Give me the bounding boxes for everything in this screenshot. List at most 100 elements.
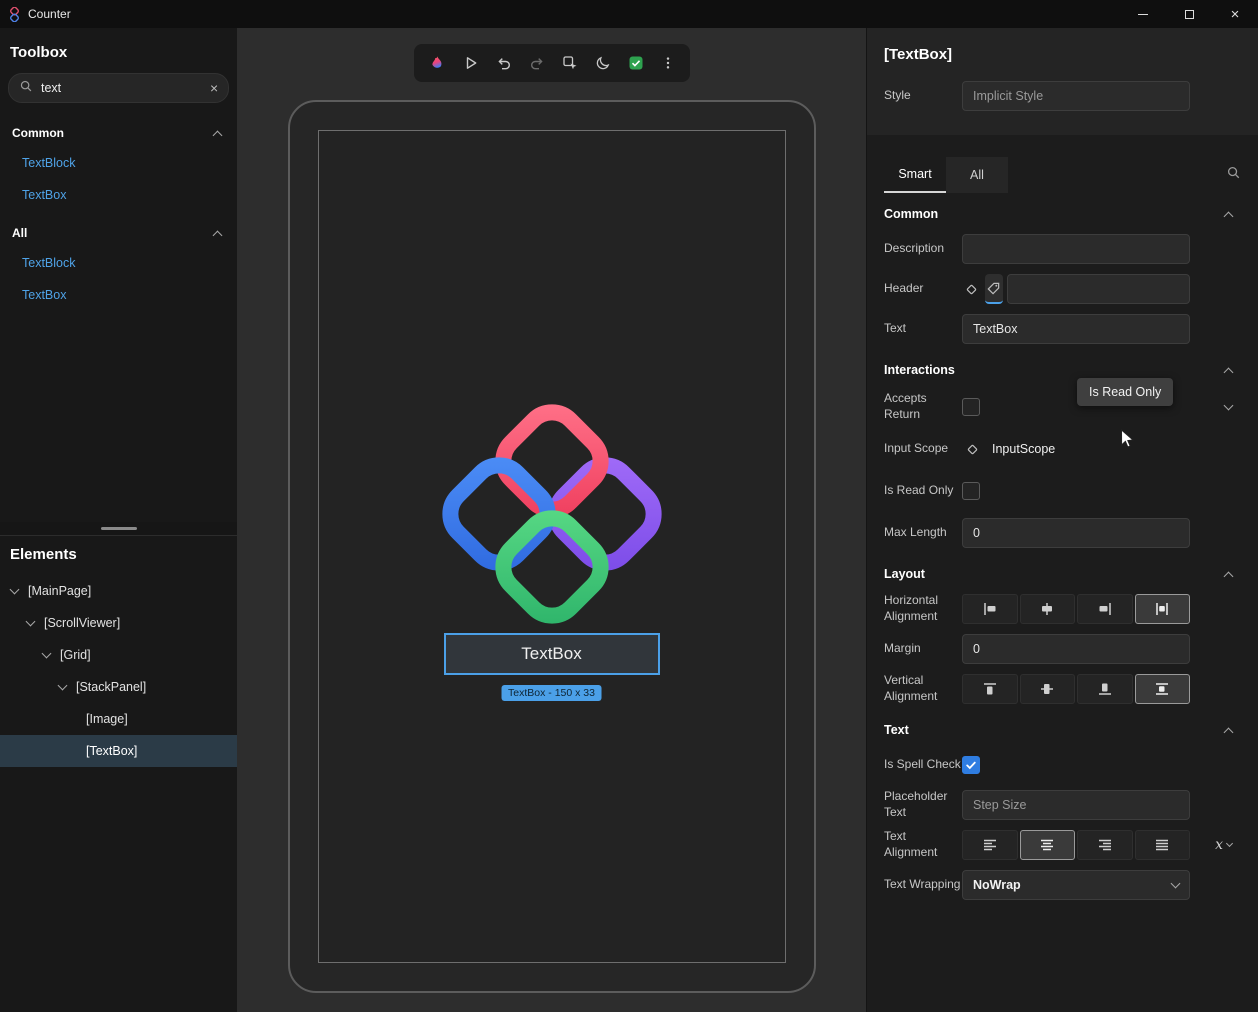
placeholder-text-row: Placeholder Text: [867, 785, 1258, 825]
chevron-down-icon[interactable]: [57, 681, 67, 691]
horizontal-alignment-label: Horizontal Alignment: [884, 593, 962, 624]
text-wrapping-row: Text Wrapping NoWrap: [867, 865, 1258, 905]
is-spell-check-checkbox[interactable]: [962, 756, 980, 774]
designed-textbox-element[interactable]: TextBox: [444, 633, 660, 675]
margin-input[interactable]: [962, 634, 1190, 664]
undo-icon[interactable]: [496, 55, 512, 71]
redo-icon[interactable]: [529, 55, 545, 71]
device-frame: TextBox TextBox - 150 x 33: [288, 100, 816, 993]
elements-panel: Elements [MainPage] [ScrollViewer] [Grid…: [0, 536, 237, 1012]
tree-item-grid[interactable]: [Grid]: [0, 639, 237, 671]
margin-label: Margin: [884, 641, 962, 657]
tree-item-stackpanel[interactable]: [StackPanel]: [0, 671, 237, 703]
toolbox-item-textblock[interactable]: TextBlock: [0, 147, 237, 179]
input-scope-label: Input Scope: [884, 441, 962, 457]
xaml-expression-toggle[interactable]: x: [1215, 837, 1232, 853]
tab-all[interactable]: All: [946, 157, 1008, 193]
minimize-button[interactable]: [1120, 0, 1166, 28]
validation-check-icon[interactable]: [628, 55, 644, 71]
tab-smart[interactable]: Smart: [884, 157, 946, 193]
placeholder-text-label: Placeholder Text: [884, 789, 962, 820]
text-wrapping-dropdown[interactable]: NoWrap: [962, 870, 1190, 900]
properties-search-icon[interactable]: [1226, 165, 1241, 185]
accepts-return-checkbox[interactable]: [962, 398, 980, 416]
vertical-alignment-row: Vertical Alignment: [867, 669, 1258, 709]
close-button[interactable]: ×: [1212, 0, 1258, 28]
toolbox-section-common[interactable]: Common: [0, 119, 237, 147]
style-input[interactable]: [962, 81, 1190, 111]
max-length-input[interactable]: [962, 518, 1190, 548]
toolbox-item-textbox[interactable]: TextBox: [0, 279, 237, 311]
clear-search-icon[interactable]: ×: [210, 80, 218, 96]
search-input[interactable]: [41, 81, 202, 95]
input-scope-row: Input Scope InputScope: [867, 429, 1258, 469]
tree-item-scrollviewer[interactable]: [ScrollViewer]: [0, 607, 237, 639]
element-picker-icon[interactable]: [562, 55, 578, 71]
v-align-center-button[interactable]: [1020, 674, 1076, 704]
window-titlebar: Counter ×: [0, 0, 1258, 28]
description-label: Description: [884, 241, 962, 257]
max-length-row: Max Length: [867, 513, 1258, 553]
design-canvas: TextBox TextBox - 150 x 33: [237, 28, 866, 1012]
text-input[interactable]: [962, 314, 1190, 344]
tree-item-mainpage[interactable]: [MainPage]: [0, 575, 237, 607]
sidebar-splitter[interactable]: [0, 522, 237, 536]
maximize-icon: [1185, 10, 1194, 19]
tag-icon[interactable]: [985, 274, 1004, 304]
chevron-down-icon[interactable]: [25, 617, 35, 627]
text-align-left-button[interactable]: [962, 830, 1018, 860]
chevron-up-icon: [1224, 571, 1234, 581]
binding-marker-icon[interactable]: [962, 274, 981, 304]
chevron-down-icon[interactable]: [41, 649, 51, 659]
chevron-down-icon[interactable]: [9, 585, 19, 595]
v-align-bottom-button[interactable]: [1077, 674, 1133, 704]
is-read-only-label: Is Read Only: [884, 483, 962, 499]
description-input[interactable]: [962, 234, 1190, 264]
text-align-right-button[interactable]: [1077, 830, 1133, 860]
h-align-right-button[interactable]: [1077, 594, 1133, 624]
accepts-return-label: Accepts Return: [884, 391, 962, 422]
toolbox-item-textbox[interactable]: TextBox: [0, 179, 237, 211]
text-align-justify-button[interactable]: [1135, 830, 1191, 860]
header-label: Header: [884, 281, 962, 297]
elements-tree: [MainPage] [ScrollViewer] [Grid] [StackP…: [0, 575, 237, 767]
toolbox-section-all[interactable]: All: [0, 219, 237, 247]
input-scope-value: InputScope: [992, 442, 1055, 456]
chevron-up-icon: [213, 130, 223, 140]
row-expander-chevron-icon[interactable]: [1224, 401, 1234, 411]
selection-size-badge: TextBox - 150 x 33: [501, 685, 602, 701]
h-align-stretch-button[interactable]: [1135, 594, 1191, 624]
is-spell-check-label: Is Spell Check: [884, 757, 962, 773]
h-align-center-button[interactable]: [1020, 594, 1076, 624]
section-common[interactable]: Common: [867, 199, 1258, 229]
toolbox-search[interactable]: ×: [8, 73, 229, 103]
play-icon[interactable]: [463, 55, 479, 71]
h-align-left-button[interactable]: [962, 594, 1018, 624]
v-align-stretch-button[interactable]: [1135, 674, 1191, 704]
v-align-top-button[interactable]: [962, 674, 1018, 704]
text-wrapping-label: Text Wrapping: [884, 877, 962, 893]
binding-marker-icon[interactable]: [962, 434, 982, 464]
splitter-grip: [101, 527, 137, 530]
search-icon: [19, 79, 33, 98]
chevron-up-icon: [1224, 211, 1234, 221]
section-text[interactable]: Text: [867, 715, 1258, 745]
tree-item-textbox[interactable]: [TextBox]: [0, 735, 237, 767]
toolbox-item-textblock[interactable]: TextBlock: [0, 247, 237, 279]
hot-reload-flame-icon[interactable]: [429, 55, 446, 72]
maximize-button[interactable]: [1166, 0, 1212, 28]
theme-toggle-moon-icon[interactable]: [595, 55, 611, 71]
vertical-alignment-label: Vertical Alignment: [884, 673, 962, 704]
text-alignment-label: Text Alignment: [884, 829, 962, 860]
text-align-center-button[interactable]: [1020, 830, 1076, 860]
section-interactions[interactable]: Interactions: [867, 355, 1258, 385]
tree-item-image[interactable]: [Image]: [0, 703, 237, 735]
is-read-only-checkbox[interactable]: [962, 482, 980, 500]
properties-panel: [TextBox] Style Smart All Common Descrip…: [866, 28, 1258, 1012]
section-layout[interactable]: Layout: [867, 559, 1258, 589]
is-spell-check-row: Is Spell Check: [867, 745, 1258, 785]
placeholder-text-input[interactable]: [962, 790, 1190, 820]
header-input[interactable]: [1007, 274, 1190, 304]
app-logo-image[interactable]: [437, 399, 667, 634]
more-options-kebab-icon[interactable]: [661, 55, 675, 71]
